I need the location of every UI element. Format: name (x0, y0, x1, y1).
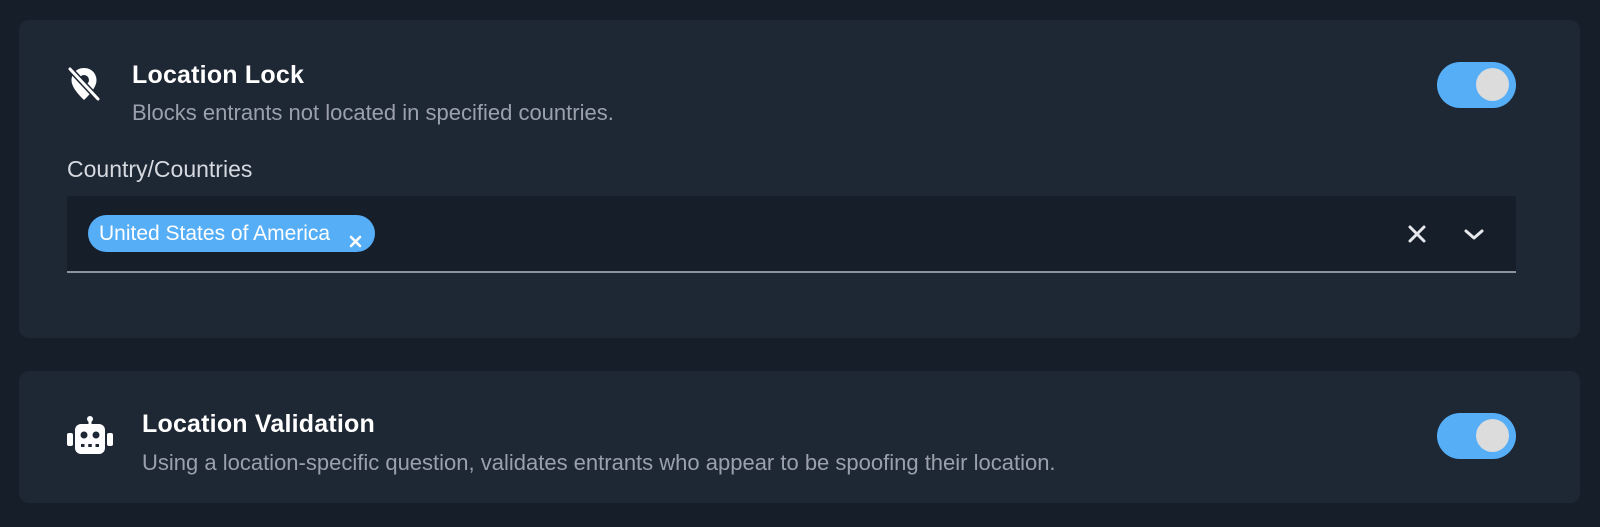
location-validation-toggle[interactable] (1437, 413, 1516, 459)
location-lock-title: Location Lock (132, 61, 305, 89)
location-lock-toggle[interactable] (1437, 62, 1516, 108)
country-chip: United States of America (88, 215, 376, 252)
location-lock-description: Blocks entrants not located in specified… (132, 100, 614, 125)
location-validation-title: Location Validation (142, 410, 375, 438)
clear-selection-icon[interactable] (1406, 223, 1428, 245)
toggle-knob (1476, 68, 1509, 101)
toggle-knob (1476, 419, 1509, 452)
country-field-label: Country/Countries (67, 156, 253, 182)
country-select[interactable]: United States of America (67, 196, 1516, 273)
chevron-down-icon[interactable] (1462, 223, 1486, 245)
location-lock-card: Location Lock Blocks entrants not locate… (19, 20, 1580, 338)
country-chip-label: United States of America (99, 222, 331, 245)
robot-icon (66, 416, 114, 456)
location-validation-card: Location Validation Using a location-spe… (19, 371, 1580, 503)
remove-chip-icon[interactable] (347, 225, 364, 248)
location-off-icon (67, 66, 101, 102)
location-validation-description: Using a location-specific question, vali… (142, 450, 1056, 475)
